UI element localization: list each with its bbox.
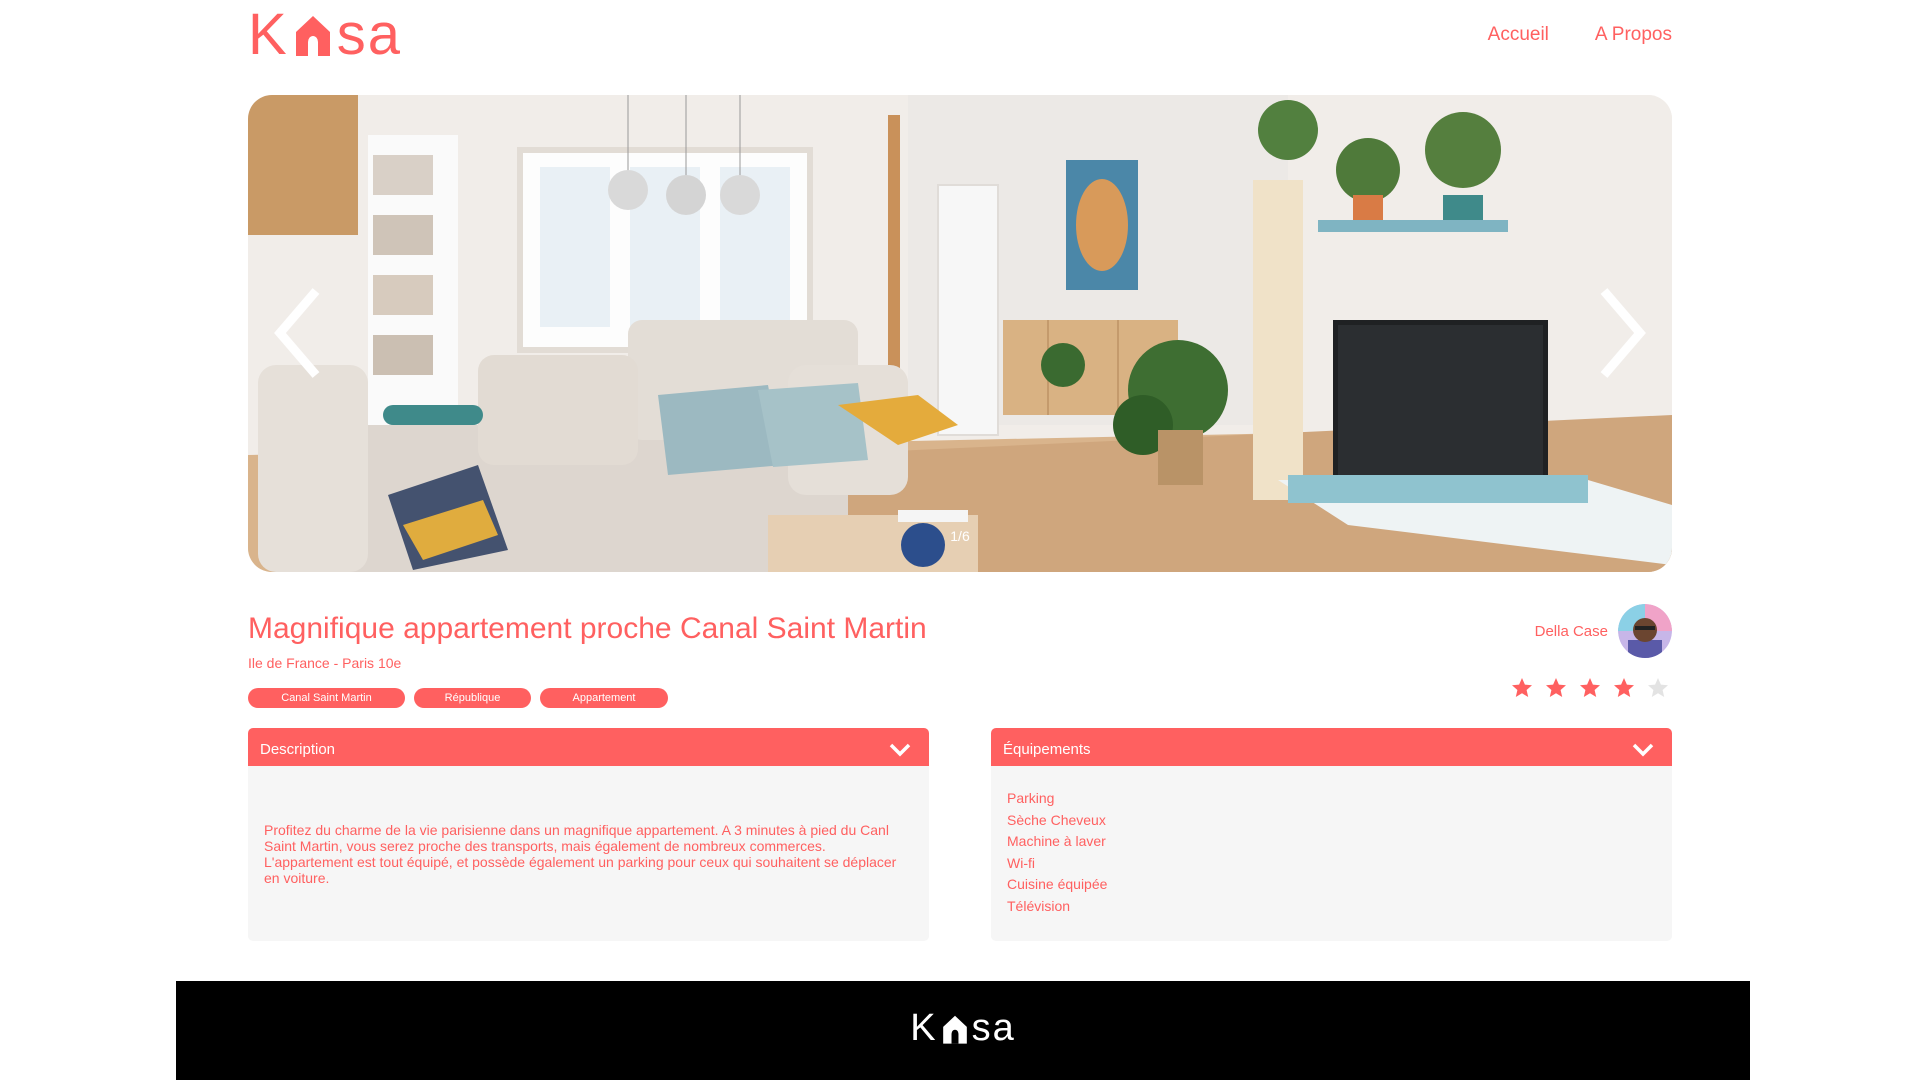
host-name: Della Case [1534,622,1608,640]
star-icon [1546,678,1566,697]
description-collapse: Description Profitez du charme de la vie… [248,728,929,941]
carousel-photo [248,95,1672,572]
description-text: Profitez du charme de la vie parisienne … [264,821,897,886]
list-item: Cuisine équipée [1007,876,1108,892]
rating-stars [1510,676,1670,700]
avatar [1618,604,1672,658]
list-item: Parking [1007,790,1055,806]
tag: Canal Saint Martin [248,688,405,708]
tag: Appartement [540,688,668,708]
star-icon [1512,678,1532,697]
nav-link-a-propos[interactable]: A Propos [1595,24,1672,46]
tag-list: Canal Saint Martin République Appartemen… [248,688,668,708]
list-item: Sèche Cheveux [1007,811,1106,828]
description-title: Description [260,741,336,758]
equipments-collapse: Équipements Parking Sèche Cheveux Machin… [991,728,1672,941]
house-icon [942,1015,967,1044]
house-icon [295,16,330,56]
host-info: Della Case [1535,604,1672,658]
star-icon [1614,678,1634,697]
kasa-logo[interactable]: K sa [248,6,402,64]
site-header: K sa Accueil A Propos [248,0,1672,92]
list-item: Machine à laver [1007,833,1106,849]
photo-carousel: 1/6 [248,95,1672,572]
site-footer: K sa [176,981,1750,1080]
carousel-counter: 1/6 [950,528,970,544]
description-body: Profitez du charme de la vie parisienne … [248,766,929,941]
footer-logo-letter-k: K [910,1007,938,1049]
chevron-down-icon [1632,743,1654,756]
list-item: Télévision [1007,897,1071,914]
tag: République [414,688,531,708]
nav-link-accueil[interactable]: Accueil [1488,24,1549,46]
equipment-list: Parking Sèche Cheveux Machine à laver Wi… [1007,788,1656,917]
chevron-right-icon[interactable] [1590,283,1650,383]
equipments-title: Équipements [1003,741,1091,758]
footer-logo: K sa [176,1007,1750,1050]
chevron-left-icon[interactable] [270,283,330,383]
logo-letters-sa: sa [336,2,402,67]
listing-title: Magnifique appartement proche Canal Sain… [248,612,927,645]
footer-logo-letters-sa: sa [971,1007,1016,1049]
logo-letter-k: K [248,2,289,67]
equipments-toggle[interactable]: Équipements [991,728,1672,771]
equipments-body: Parking Sèche Cheveux Machine à laver Wi… [991,766,1672,941]
star-icon [1580,678,1600,697]
list-item: Wi-fi [1007,854,1035,871]
star-icon [1648,678,1668,697]
listing-location: Ile de France - Paris 10e [248,655,402,671]
description-toggle[interactable]: Description [248,728,929,771]
chevron-down-icon [889,743,911,756]
main-nav: Accueil A Propos [1488,24,1672,46]
